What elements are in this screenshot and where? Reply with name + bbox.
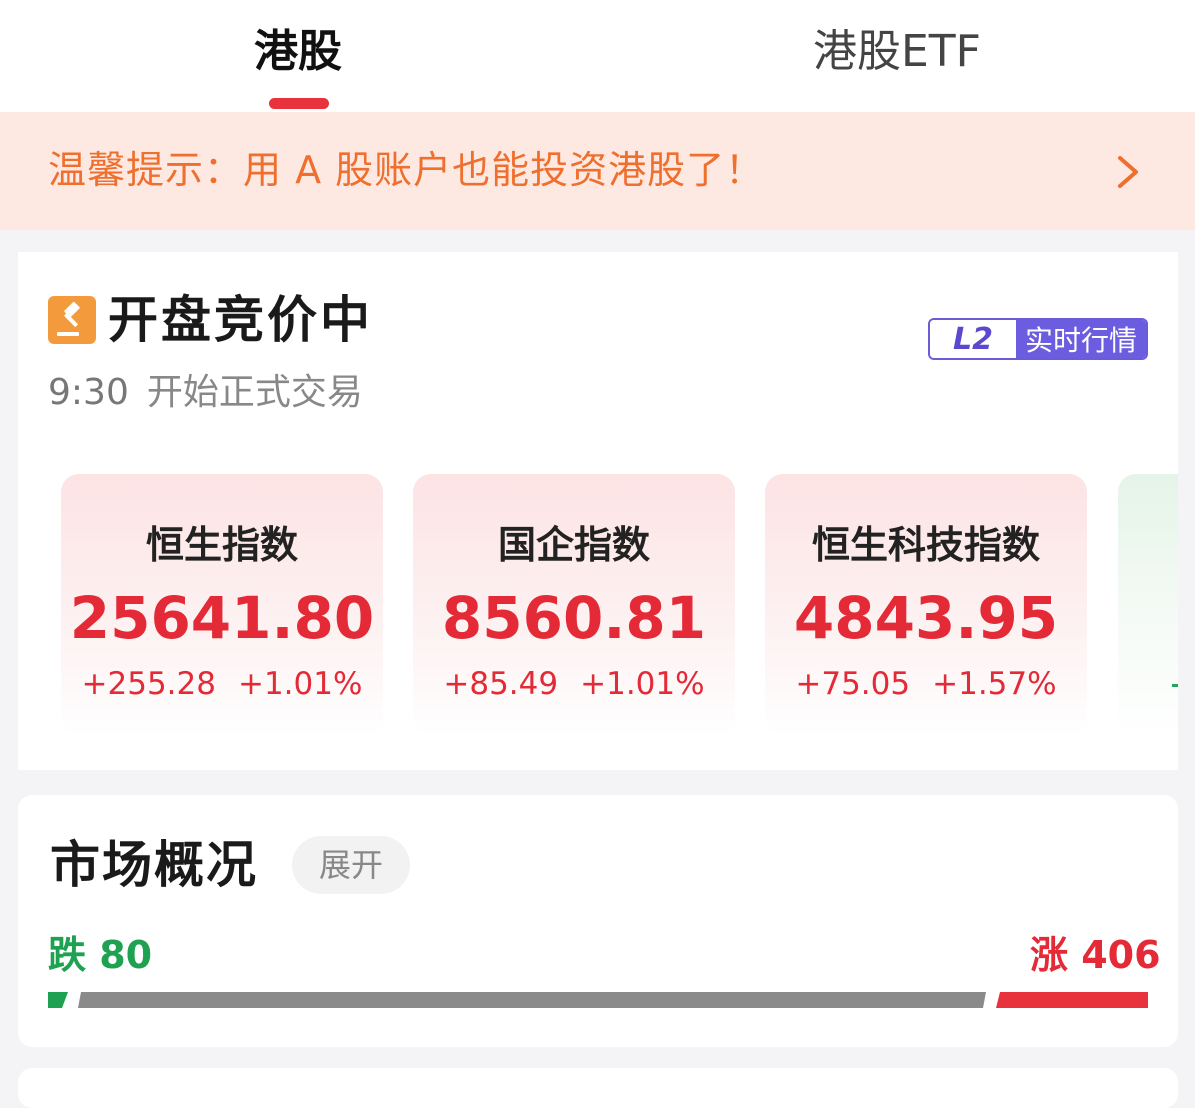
index-change-pct: +1.01% <box>237 666 363 702</box>
index-change-row: +85.49 +1.01% <box>413 666 735 702</box>
index-name: 恒生科技指数 <box>811 523 1040 567</box>
index-name: 国企指数 <box>497 523 650 567</box>
active-tab-indicator <box>269 98 329 109</box>
index-change-row: +255.28 +1.01% <box>61 666 383 702</box>
index-change: +85.49 <box>443 666 559 702</box>
l2-label: L2 <box>930 320 1016 358</box>
flat-bar-segment <box>78 992 986 1008</box>
index-card-hstech[interactable]: 恒生科技指数 4843.95 +75.05 +1.57% <box>765 474 1087 736</box>
index-value: 25641.80 <box>69 584 375 652</box>
index-change-pct: +1.01% <box>580 666 705 702</box>
fall-count: 跌 80 <box>48 933 153 977</box>
notice-banner[interactable]: 温馨提示：用 A 股账户也能投资港股了！ <box>0 112 1195 230</box>
index-card-partial[interactable]: A <box>1118 474 1178 736</box>
index-value: 4843.95 <box>793 584 1059 652</box>
next-section-card <box>18 1068 1178 1108</box>
index-name: 恒生指数 <box>145 523 298 567</box>
trading-start-time: 9:30 <box>48 372 129 413</box>
tab-hk-stocks[interactable]: 港股 <box>190 22 406 82</box>
index-value: 8560.81 <box>441 584 707 652</box>
rise-count: 涨 406 <box>1030 933 1161 977</box>
expand-button[interactable]: 展开 <box>292 836 410 894</box>
index-change-row: +75.05 +1.57% <box>765 666 1087 702</box>
rise-bar-segment <box>996 992 1148 1008</box>
index-change-partial <box>1172 684 1178 687</box>
index-change-pct: +1.57% <box>932 666 1057 702</box>
index-card-hscei[interactable]: 国企指数 8560.81 +85.49 +1.01% <box>413 474 735 736</box>
notice-text: 温馨提示：用 A 股账户也能投资港股了！ <box>48 148 765 192</box>
market-overview-title: 市场概况 <box>50 836 258 894</box>
auction-hammer-icon <box>48 296 96 344</box>
realtime-quote-label: 实时行情 <box>1016 320 1146 358</box>
l2-realtime-badge[interactable]: L2 实时行情 <box>928 318 1148 360</box>
index-change: +75.05 <box>795 666 911 702</box>
auction-status-title: 开盘竞价中 <box>108 291 373 349</box>
index-card-hsi[interactable]: 恒生指数 25641.80 +255.28 +1.01% <box>61 474 383 736</box>
chevron-right-icon[interactable] <box>1110 148 1146 196</box>
trading-start-label: 开始正式交易 <box>146 372 363 413</box>
tab-hk-etf[interactable]: 港股ETF <box>770 22 1024 82</box>
auction-subtitle: 9:30 开始正式交易 <box>48 366 363 420</box>
index-change: +255.28 <box>81 666 216 702</box>
